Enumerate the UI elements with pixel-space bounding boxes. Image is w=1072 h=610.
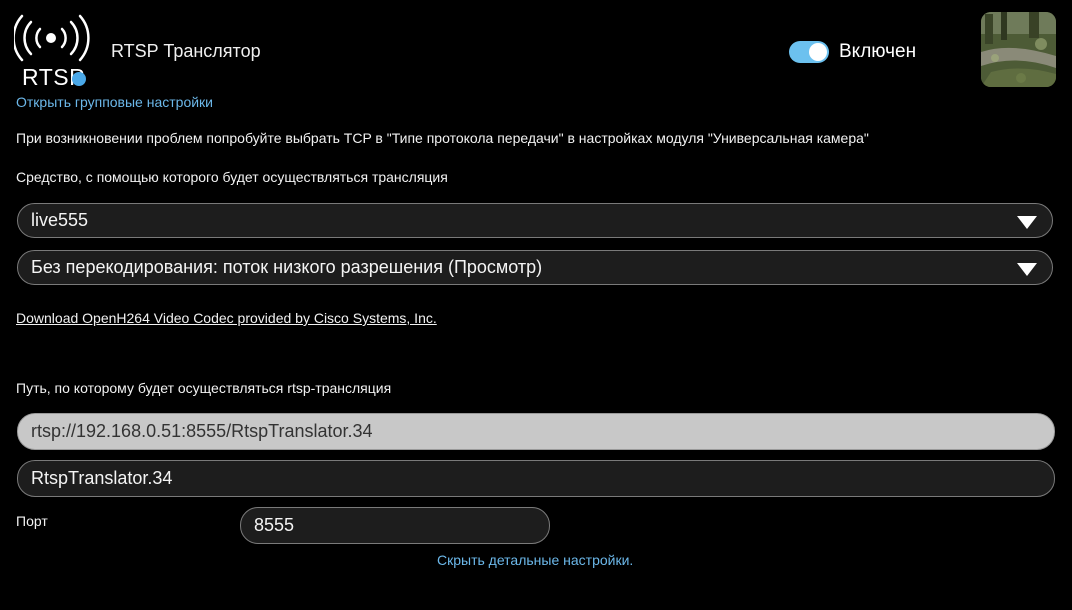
rtsp-url-field[interactable]: rtsp://192.168.0.51:8555/RtspTranslator.… [17,413,1055,450]
stream-name-value: RtspTranslator.34 [31,468,173,488]
path-label: Путь, по которому будет осуществляться r… [16,380,392,396]
port-value: 8555 [254,515,295,535]
camera-thumbnail[interactable] [981,12,1056,87]
camera-preview-image [981,12,1056,87]
codec-download-link[interactable]: Download OpenH264 Video Codec provided b… [16,310,437,326]
rtsp-url-value: rtsp://192.168.0.51:8555/RtspTranslator.… [31,421,373,441]
enable-toggle[interactable] [789,41,829,63]
means-select-value: live555 [31,210,89,230]
port-field[interactable]: 8555 [240,507,550,544]
broadcast-icon [14,14,90,62]
port-label: Порт [16,513,48,529]
means-label: Средство, с помощью которого будет осуще… [16,169,448,185]
dropdown-arrow-icon [1017,216,1037,229]
rtsp-translator-settings: RTSP RTSP Транслятор Включен Открыть гру… [0,0,1072,610]
encoding-select-value: Без перекодирования: поток низкого разре… [31,257,543,277]
encoding-select[interactable]: Без перекодирования: поток низкого разре… [17,250,1053,285]
module-title: RTSP Транслятор [111,41,261,61]
dropdown-arrow-icon [1017,263,1037,276]
means-select[interactable]: live555 [17,203,1053,238]
group-settings-link[interactable]: Открыть групповые настройки [16,94,213,110]
status-dot-icon [72,72,86,86]
stream-name-field[interactable]: RtspTranslator.34 [17,460,1055,497]
toggle-knob [809,43,827,61]
rtsp-logo: RTSP [14,12,90,90]
hide-details-link[interactable]: Скрыть детальные настройки. [437,552,633,568]
toggle-label: Включен [839,41,917,62]
enable-toggle-group[interactable]: Включен [789,41,916,63]
protocol-hint: При возникновении проблем попробуйте выб… [16,130,869,146]
